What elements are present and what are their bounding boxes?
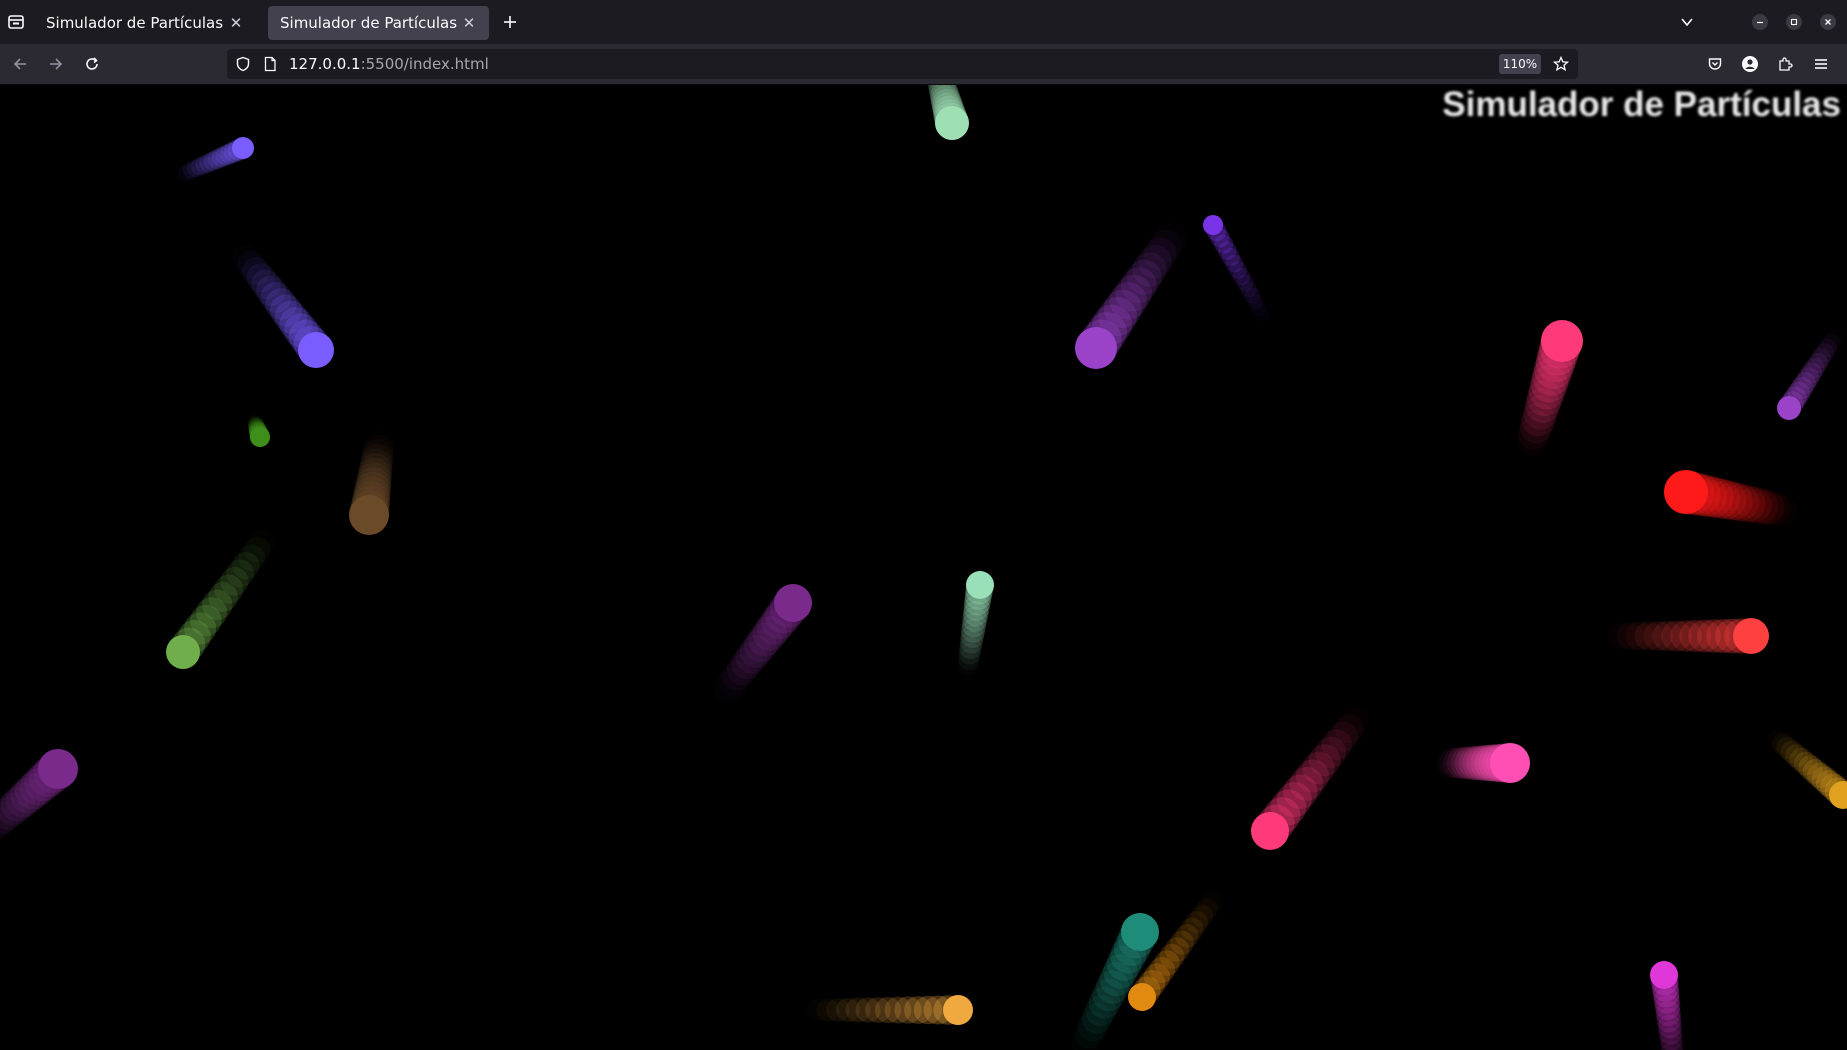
restore-icon[interactable]: [1780, 8, 1808, 36]
particle: [1664, 470, 1792, 526]
particle-head: [349, 495, 389, 535]
url-path: :5500/index.html: [360, 55, 489, 73]
particle-head: [1128, 983, 1156, 1011]
particle: [1616, 618, 1769, 654]
particle: [1438, 743, 1530, 783]
tab-active[interactable]: Simulador de Partículas ✕: [268, 6, 489, 40]
particle-head: [935, 106, 969, 140]
page-heading: Simulador de Partículas: [1442, 85, 1841, 124]
particle-head: [1121, 913, 1159, 951]
particle: [1650, 961, 1684, 1050]
minimize-icon[interactable]: [1746, 8, 1774, 36]
close-window-icon[interactable]: [1814, 8, 1842, 36]
page-info-icon[interactable]: [262, 56, 278, 76]
particle: [1203, 215, 1268, 317]
particle-head: [1490, 743, 1530, 783]
particle: [1075, 229, 1182, 369]
new-tab-icon[interactable]: [496, 8, 524, 36]
reload-icon[interactable]: [78, 50, 106, 78]
app-menu-icon[interactable]: [1807, 50, 1835, 78]
particle: [1518, 320, 1583, 450]
particle-head: [298, 332, 334, 368]
particle: [178, 137, 254, 181]
particle-head: [166, 635, 200, 669]
address-bar[interactable]: 127.0.0.1:5500/index.html 110%: [227, 49, 1578, 79]
tab-title: Simulador de Partículas: [280, 14, 458, 32]
close-tab-icon[interactable]: ✕: [228, 14, 244, 32]
particle-head: [966, 571, 994, 599]
particle: [958, 571, 994, 671]
particle-head: [1650, 961, 1678, 989]
particle: [247, 415, 270, 447]
tracking-protection-shield-icon[interactable]: [235, 56, 251, 76]
particle-head: [1664, 470, 1708, 514]
close-tab-icon[interactable]: ✕: [461, 14, 477, 32]
zoom-level-badge[interactable]: 110%: [1499, 54, 1541, 74]
forward-icon[interactable]: [42, 50, 70, 78]
particle: [349, 434, 394, 535]
particle: [1771, 733, 1847, 809]
particle-head: [1733, 618, 1769, 654]
particle: [237, 250, 334, 368]
particle-head: [232, 137, 254, 159]
particle-head: [1203, 215, 1223, 235]
particle: [166, 536, 271, 669]
particle: [1251, 714, 1364, 850]
particle-field: [0, 85, 1847, 1050]
account-avatar-icon[interactable]: [1736, 50, 1764, 78]
list-all-tabs-icon[interactable]: [1673, 8, 1701, 36]
particle-head: [1075, 327, 1117, 369]
particle-simulator-canvas: Simulador de Partículas: [0, 85, 1847, 1050]
particle: [927, 85, 969, 140]
particle-head: [1777, 396, 1801, 420]
url-text[interactable]: 127.0.0.1:5500/index.html: [289, 55, 489, 73]
particle: [718, 584, 812, 697]
tab-title: Simulador de Partículas: [46, 14, 224, 32]
tab-inactive[interactable]: Simulador de Partículas ✕: [34, 6, 256, 40]
particle-head: [943, 995, 973, 1025]
particle-head: [38, 749, 78, 789]
navigation-bar: 127.0.0.1:5500/index.html 110%: [0, 44, 1847, 85]
pocket-icon[interactable]: [1701, 50, 1729, 78]
particle-head: [774, 584, 812, 622]
particle-head: [1251, 812, 1289, 850]
particle-head: [1541, 320, 1583, 362]
url-host: 127.0.0.1: [289, 55, 361, 73]
firefox-view-icon[interactable]: [2, 8, 30, 36]
particle: [816, 995, 973, 1025]
tab-bar: Simulador de Partículas ✕ Simulador de P…: [0, 0, 1847, 44]
particle: [1777, 333, 1841, 420]
particle: [0, 749, 78, 841]
particle-head: [250, 427, 270, 447]
bookmark-star-icon[interactable]: [1552, 55, 1570, 76]
back-icon[interactable]: [6, 50, 34, 78]
extensions-icon[interactable]: [1771, 50, 1799, 78]
